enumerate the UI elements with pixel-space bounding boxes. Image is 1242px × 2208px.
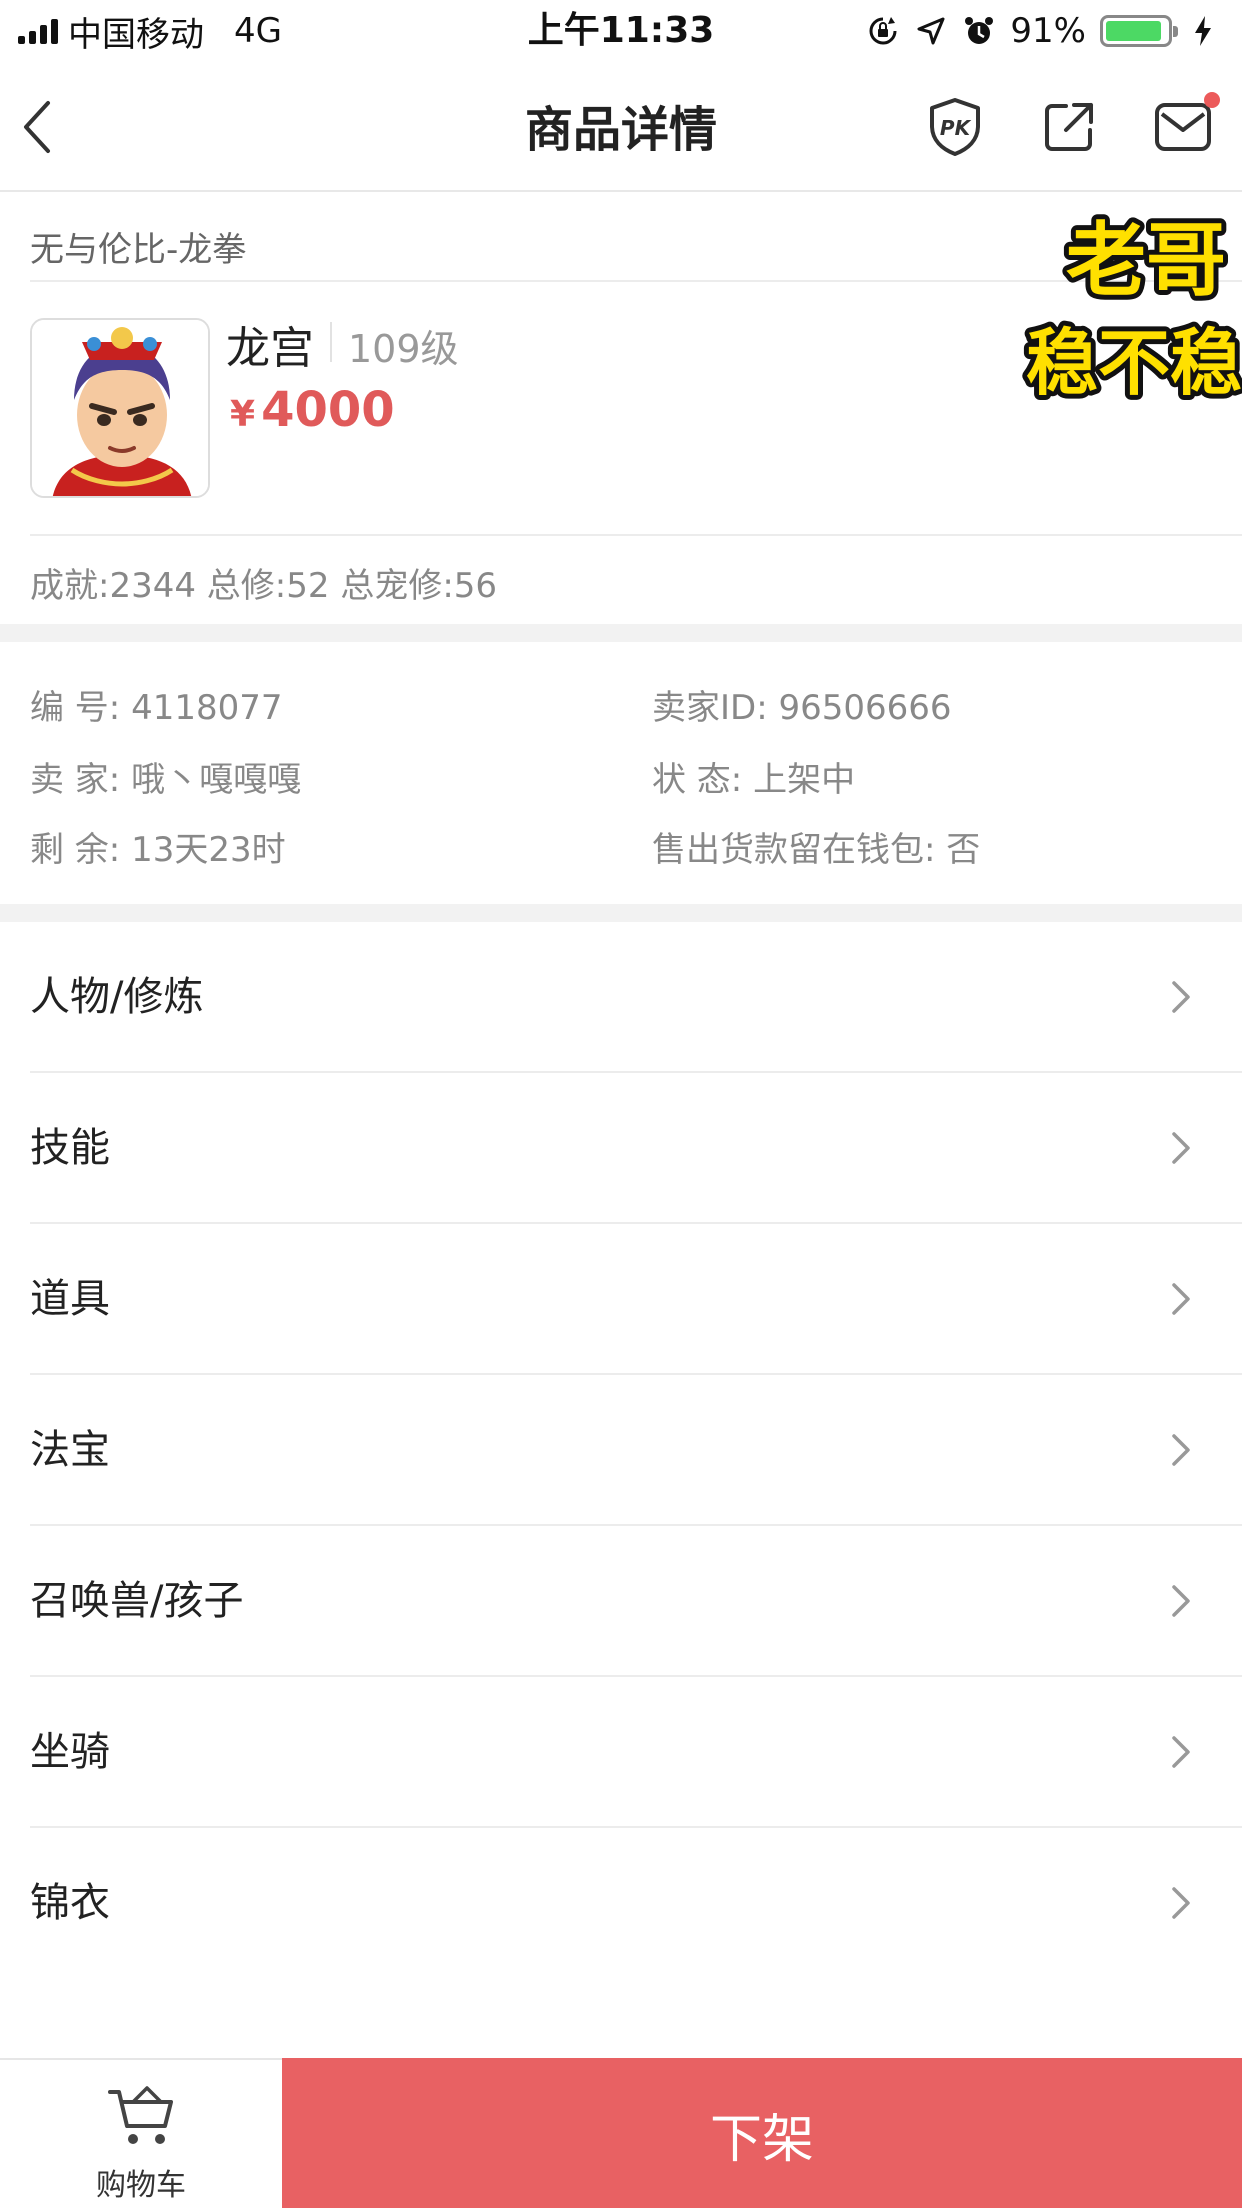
bottom-action-bar: 购物车 下架 (0, 2058, 1242, 2208)
divider (330, 322, 332, 362)
battery-percent: 91% (1010, 11, 1086, 51)
menu-item-label: 法宝 (30, 1427, 110, 1473)
svg-text:稳不稳: 稳不稳 (1026, 321, 1242, 405)
status-bar: 中国移动 4G 上午11:33 91% (0, 0, 1242, 62)
price-value: 4000 (261, 382, 395, 438)
alarm-icon (962, 14, 996, 48)
chevron-right-icon (1172, 1434, 1190, 1466)
menu-item-label: 人物/修炼 (30, 974, 204, 1020)
info-wallet: 售出货款留在钱包: 否 (652, 822, 980, 871)
delist-button[interactable]: 下架 (282, 2058, 1242, 2208)
section-gap (0, 624, 1242, 642)
info-seller-id-value: 96506666 (778, 688, 952, 728)
chevron-right-icon (1172, 1585, 1190, 1617)
cart-label: 购物车 (96, 2168, 186, 2203)
currency-symbol: ¥ (230, 394, 256, 435)
nav-bar: 商品详情 PK (0, 62, 1242, 192)
info-status-label: 状 态: (652, 760, 743, 800)
info-id: 编 号: 4118077 (30, 680, 283, 729)
status-right: 91% (866, 8, 1220, 54)
character-avatar[interactable] (30, 318, 210, 498)
info-id-value: 4118077 (131, 688, 283, 728)
cart-button[interactable]: 购物车 (0, 2060, 282, 2208)
info-wallet-value: 否 (946, 830, 981, 870)
battery-icon (1100, 15, 1178, 47)
menu-item-label: 锦衣 (30, 1880, 110, 1926)
share-button[interactable] (1038, 96, 1100, 158)
mail-icon (1155, 103, 1211, 151)
chevron-right-icon (1172, 1887, 1190, 1919)
notification-dot (1204, 92, 1220, 108)
pk-shield-icon: PK (930, 98, 980, 156)
section-gap (0, 904, 1242, 922)
battery-fill (1106, 21, 1161, 41)
cart-icon (108, 2086, 173, 2144)
menu-item-items[interactable]: 道具 (0, 1224, 1242, 1375)
menu-item-outfits[interactable]: 锦衣 (0, 1828, 1242, 1979)
chevron-right-icon (1172, 1736, 1190, 1768)
charging-icon (1186, 14, 1220, 48)
menu-item-label: 坐骑 (30, 1729, 110, 1775)
pk-button[interactable]: PK (924, 96, 986, 158)
meme-sticker: 老哥 老哥 老哥 稳不稳 稳不稳 稳不稳 (1020, 196, 1242, 416)
menu-item-character[interactable]: 人物/修炼 (0, 922, 1242, 1073)
info-remaining: 剩 余: 13天23时 (30, 822, 286, 871)
share-icon (1045, 103, 1093, 151)
info-wallet-label: 售出货款留在钱包: (652, 830, 936, 870)
info-seller-id-label: 卖家ID: (652, 688, 768, 728)
mail-button[interactable] (1152, 92, 1220, 158)
menu-item-skills[interactable]: 技能 (0, 1073, 1242, 1224)
svg-text:PK: PK (940, 116, 972, 140)
menu-item-label: 召唤兽/孩子 (30, 1578, 244, 1624)
info-seller-id: 卖家ID: 96506666 (652, 680, 952, 729)
chevron-right-icon (1172, 981, 1190, 1013)
character-name: 龙宫 (226, 323, 314, 374)
price: ¥4000 (230, 382, 395, 438)
info-id-label: 编 号: (30, 688, 121, 728)
svg-text:老哥: 老哥 (1066, 214, 1226, 307)
server-name: 无与伦比-龙拳 (30, 230, 247, 270)
info-status: 状 态: 上架中 (652, 752, 855, 801)
info-seller-label: 卖 家: (30, 760, 121, 800)
menu-item-mounts[interactable]: 坐骑 (0, 1677, 1242, 1828)
rotation-lock-icon (866, 14, 900, 48)
info-status-value: 上架中 (753, 760, 856, 800)
menu-item-label: 道具 (30, 1276, 110, 1322)
nav-actions: PK (924, 92, 1220, 158)
info-remaining-label: 剩 余: (30, 830, 121, 870)
info-seller-value: 哦丶嘎嘎嘎 (131, 760, 302, 800)
menu-item-summons[interactable]: 召唤兽/孩子 (0, 1526, 1242, 1677)
character-level: 109级 (348, 327, 459, 371)
info-seller: 卖 家: 哦丶嘎嘎嘎 (30, 752, 301, 801)
menu-item-label: 技能 (30, 1125, 110, 1171)
chevron-right-icon (1172, 1132, 1190, 1164)
divider (30, 534, 1242, 536)
chevron-right-icon (1172, 1283, 1190, 1315)
location-icon (914, 14, 948, 48)
info-remaining-value: 13天23时 (131, 830, 286, 870)
character-stats: 成就:2344 总修:52 总宠修:56 (30, 566, 498, 606)
menu-item-treasures[interactable]: 法宝 (0, 1375, 1242, 1526)
